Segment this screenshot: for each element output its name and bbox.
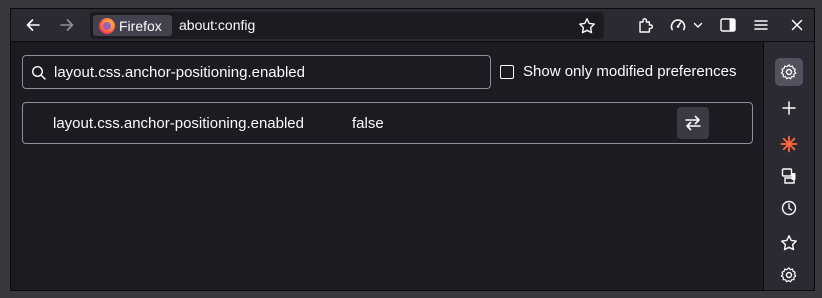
sidebar-launcher: [763, 42, 814, 290]
extensions-button[interactable]: [633, 12, 659, 38]
app-menu-button[interactable]: [748, 12, 774, 38]
gauge-icon: [670, 19, 686, 31]
show-modified-option[interactable]: Show only modified preferences: [500, 63, 736, 80]
sidebar-bookmarks-button[interactable]: [775, 229, 803, 257]
plus-icon: [782, 101, 796, 115]
hamburger-icon: [754, 20, 768, 30]
customize-gear-icon: [780, 267, 797, 283]
puzzle-icon: [639, 18, 654, 33]
sidebar-history-button[interactable]: [775, 194, 803, 222]
preferences-table: layout.css.anchor-positioning.enabled fa…: [22, 102, 753, 144]
chevron-down-icon: [693, 22, 703, 28]
close-icon: [791, 19, 803, 31]
sidebar-icon: [720, 18, 736, 32]
speed-test-button[interactable]: [665, 12, 691, 38]
sidebar-settings-button[interactable]: [775, 58, 803, 86]
preference-name: layout.css.anchor-positioning.enabled: [53, 115, 304, 132]
toggle-button[interactable]: [677, 107, 709, 139]
preference-search-input[interactable]: [54, 56, 484, 88]
ai-sparkle-icon: [780, 135, 798, 153]
toggle-arrows-icon: [685, 115, 701, 131]
firefox-logo-icon: [99, 17, 115, 34]
url-text[interactable]: about:config: [179, 17, 255, 33]
sidebar-add-button[interactable]: [775, 94, 803, 122]
sidebar-customize-button[interactable]: [775, 261, 803, 289]
speed-test-dropdown[interactable]: [689, 12, 707, 38]
show-modified-label[interactable]: Show only modified preferences: [523, 63, 736, 80]
star-icon: [579, 18, 595, 34]
preference-search-box[interactable]: [22, 55, 491, 89]
bookmark-star-icon: [781, 235, 797, 251]
history-icon: [781, 200, 797, 216]
preference-value[interactable]: false: [352, 115, 384, 132]
sidebar-synced-tabs-button[interactable]: [775, 162, 803, 190]
sidebar-ai-chatbot-button[interactable]: [775, 130, 803, 158]
navigation-toolbar: Firefox about:config: [11, 9, 814, 42]
search-icon: [31, 65, 46, 80]
forward-button[interactable]: [54, 12, 80, 38]
show-modified-checkbox[interactable]: [500, 64, 514, 79]
url-bar[interactable]: Firefox about:config: [90, 12, 604, 39]
back-button[interactable]: [20, 12, 46, 38]
bookmark-button[interactable]: [574, 13, 600, 39]
arrow-left-icon: [26, 19, 40, 31]
sidebar-toggle-button[interactable]: [715, 12, 741, 38]
window-close-button[interactable]: [784, 12, 810, 38]
identity-box[interactable]: Firefox: [93, 15, 172, 36]
about-config-page: Show only modified preferences layout.cs…: [11, 42, 763, 290]
gear-icon: [780, 64, 797, 80]
browser-window: Firefox about:config layout.css.anchor-p…: [10, 8, 815, 291]
synced-devices-icon: [781, 168, 796, 184]
identity-label: Firefox: [119, 17, 162, 34]
arrow-right-icon: [60, 19, 74, 31]
